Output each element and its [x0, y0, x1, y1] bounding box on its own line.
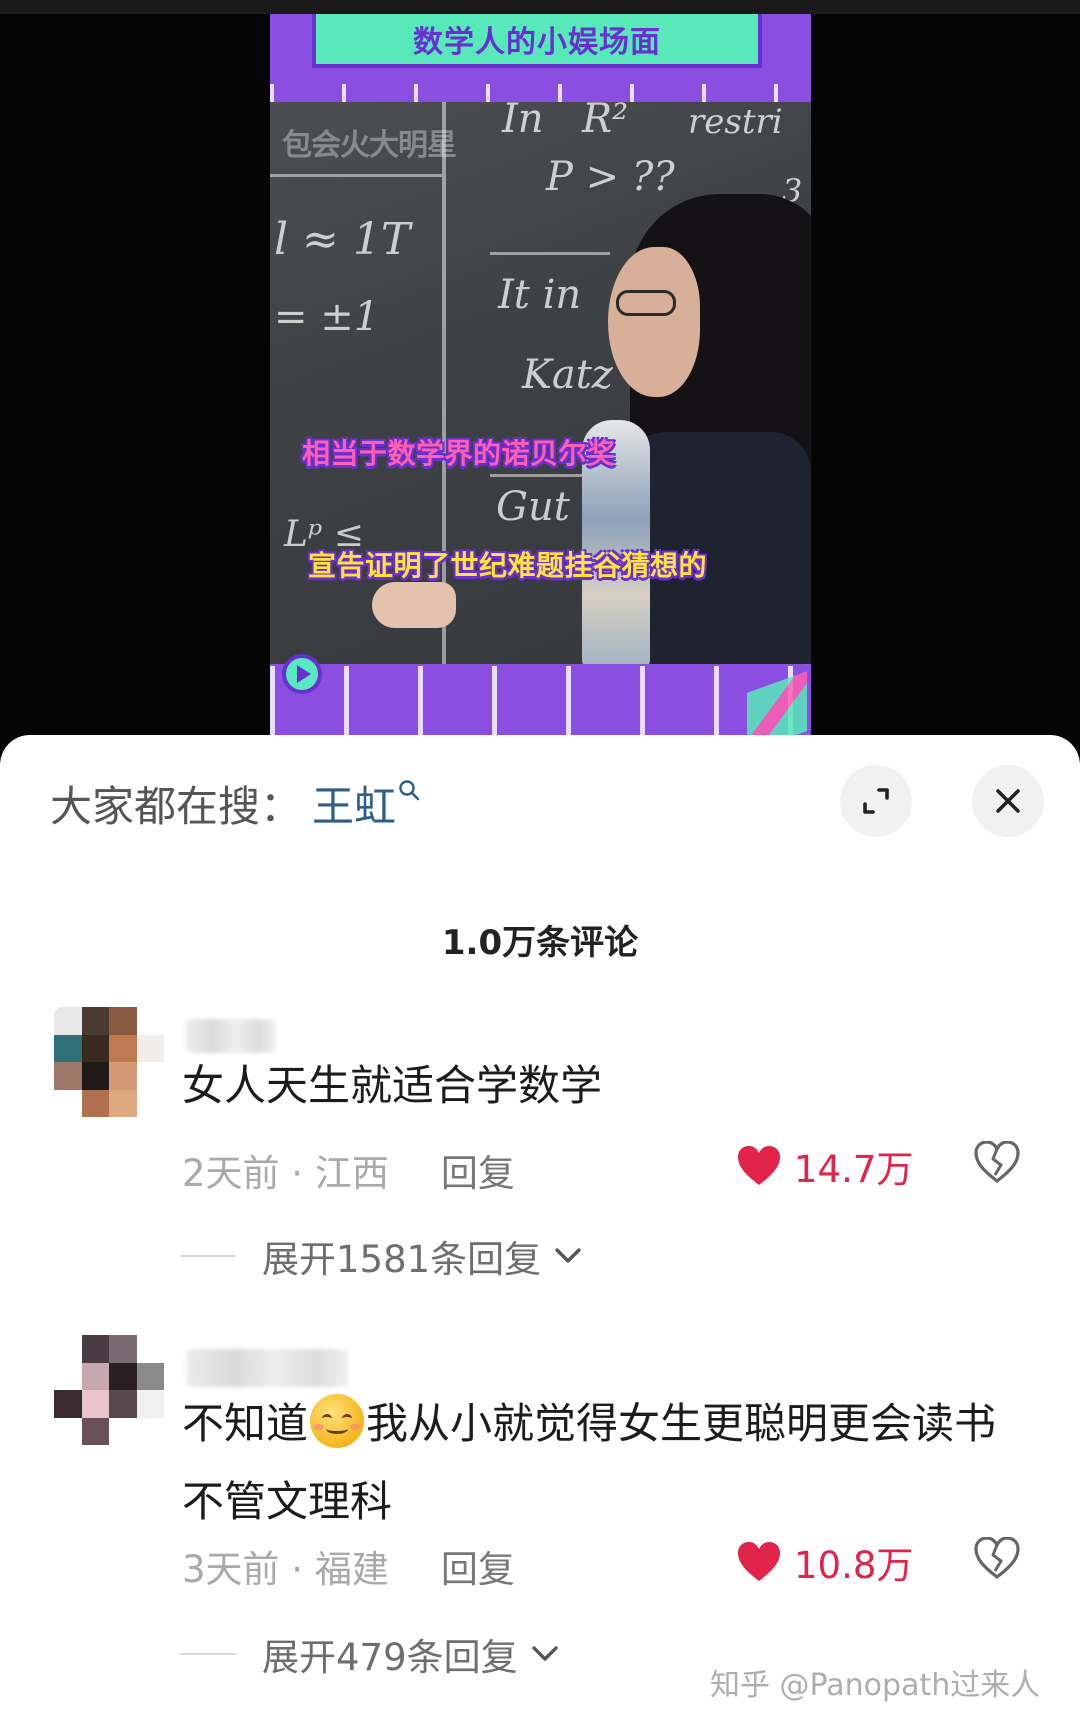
chalk-text: R²: [582, 102, 629, 142]
status-strip: [0, 0, 1080, 14]
expand-replies[interactable]: 展开1581条回复: [180, 1229, 583, 1283]
chalk-text: = ±1: [274, 294, 380, 340]
username-blurred[interactable]: [186, 1349, 348, 1387]
comment-time-location: 2天前 · 江西: [182, 1152, 389, 1195]
blackboard-scene: 包会火大明星 In R² restri P > ?? 3 l ≈ 1T = ±1…: [270, 102, 811, 664]
avatar[interactable]: [54, 1007, 164, 1117]
close-icon: [996, 789, 1020, 813]
heart-icon: [738, 1542, 780, 1581]
expand-replies-label: 展开1581条回复: [262, 1238, 542, 1281]
speaker-face: [608, 247, 700, 397]
comment-text: 女人天生就适合学数学: [182, 1061, 603, 1110]
divider: [180, 1255, 236, 1257]
video-subtitle-2: 宣告证明了世纪难题挂谷猜想的: [308, 549, 708, 582]
chalk-text: In: [502, 102, 544, 142]
video-title-text: 数学人的小娱场面: [413, 25, 661, 60]
speaker-glasses: [616, 290, 676, 316]
like-button[interactable]: 14.7万: [736, 1139, 913, 1193]
dislike-button[interactable]: [974, 1536, 1020, 1583]
chevron-down-icon: [555, 1248, 581, 1263]
chalk-text: It in: [498, 272, 582, 318]
chalk-line: [270, 174, 442, 177]
like-button[interactable]: 10.8万: [736, 1535, 913, 1589]
play-icon[interactable]: [282, 654, 322, 694]
comment-meta: 2天前 · 江西 回复: [182, 1143, 515, 1197]
video-player[interactable]: 数学人的小娱场面 包会火大明星 In R² restri P > ?? 3 l …: [0, 0, 1080, 760]
like-count: 10.8万: [794, 1544, 914, 1587]
divider: [180, 1653, 236, 1655]
expand-replies-label: 展开479条回复: [262, 1636, 518, 1679]
channel-watermark: 包会火大明星: [282, 128, 457, 163]
expand-replies[interactable]: 展开479条回复: [180, 1627, 560, 1681]
chalk-text: Katz: [522, 352, 613, 398]
dislike-button[interactable]: [974, 1140, 1020, 1187]
broken-heart-icon: [974, 1536, 1020, 1580]
search-icon: [399, 779, 420, 800]
video-title-banner: 数学人的小娱场面: [312, 14, 762, 68]
speaker-hand: [372, 582, 456, 628]
trending-search[interactable]: 大家都在搜： 王虹: [50, 773, 420, 834]
chalk-text: restri: [688, 102, 783, 142]
reply-button[interactable]: 回复: [441, 1539, 515, 1593]
comment-time-location: 3天前 · 福建: [182, 1548, 389, 1591]
heart-icon: [738, 1146, 780, 1185]
chevron-down-icon: [531, 1646, 558, 1661]
comment-text-part: 不知道: [182, 1399, 309, 1448]
zhihu-watermark: 知乎 @Panopath过来人: [710, 1668, 1041, 1703]
expand-button[interactable]: [840, 765, 912, 837]
comment-text: 不知道 我从小就觉得女生更聪明更会读书 不管文理科: [182, 1385, 1022, 1541]
video-frame[interactable]: 数学人的小娱场面 包会火大明星 In R² restri P > ?? 3 l …: [270, 14, 811, 748]
trending-search-label: 大家都在搜：: [50, 782, 303, 831]
avatar[interactable]: [54, 1335, 164, 1445]
chalk-text: Gut: [496, 484, 570, 530]
comment-sheet: 大家都在搜： 王虹 1.0万条评论 女人天生就适合学数学 2天前 · 江西 回复…: [0, 735, 1080, 1732]
trending-search-term[interactable]: 王虹: [312, 773, 396, 834]
like-count: 14.7万: [794, 1148, 914, 1191]
chalk-text: P > ??: [546, 154, 675, 200]
comment-count-title: 1.0万条评论: [441, 923, 639, 963]
expand-icon: [863, 788, 889, 814]
decorative-grid-top: [270, 84, 811, 104]
reply-button[interactable]: 回复: [441, 1143, 515, 1197]
close-button[interactable]: [972, 765, 1044, 837]
chalk-line: [490, 252, 610, 255]
chalk-text: l ≈ 1T: [274, 214, 411, 265]
smile-emoji-icon: [310, 1394, 365, 1448]
video-subtitle-1: 相当于数学界的诺贝尔奖: [302, 437, 616, 470]
comment-meta: 3天前 · 福建 回复: [182, 1539, 515, 1593]
broken-heart-icon: [974, 1140, 1020, 1184]
